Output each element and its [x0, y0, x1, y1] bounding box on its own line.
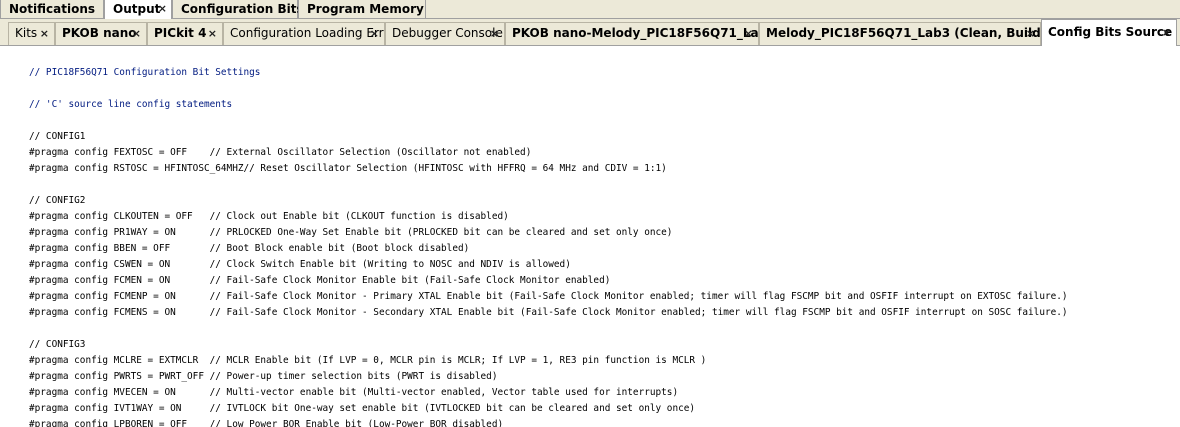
tab-label: PICkit 4	[154, 26, 207, 40]
code-line: // 'C' source line config statements	[29, 99, 233, 110]
close-icon[interactable]: ×	[1026, 23, 1035, 44]
code-line: #pragma config PWRTS = PWRT_OFF // Power…	[29, 371, 498, 382]
tab-configuration-bits[interactable]: Configuration Bits	[172, 0, 304, 19]
tab-label: Configuration Loading Error	[230, 26, 385, 40]
tab-pkob-nano-melody-lab3[interactable]: PKOB nano-Melody_PIC18F56Q71_Lab3 ×	[505, 22, 759, 45]
close-icon[interactable]: ×	[158, 0, 167, 18]
tab-pickit-4[interactable]: PICkit 4 ×	[147, 22, 223, 45]
tab-program-memory[interactable]: Program Memory	[298, 0, 426, 19]
tab-notifications[interactable]: Notifications	[0, 0, 104, 19]
code-line: // CONFIG2	[29, 195, 86, 206]
code-line: #pragma config CLKOUTEN = OFF // Clock o…	[29, 211, 509, 222]
code-line: #pragma config FCMENP = ON // Fail-Safe …	[29, 291, 1068, 302]
tab-configuration-loading-error[interactable]: Configuration Loading Error ×	[223, 22, 385, 45]
code-line: // CONFIG3	[29, 339, 86, 350]
close-icon[interactable]: ×	[1162, 20, 1171, 45]
code-line: #pragma config FCMEN = ON // Fail-Safe C…	[29, 275, 611, 286]
tab-label: Config Bits Source	[1048, 25, 1173, 39]
tab-output[interactable]: Output ×	[104, 0, 172, 20]
code-line: #pragma config FEXTOSC = OFF // External…	[29, 147, 532, 158]
code-line: // CONFIG1	[29, 131, 86, 142]
output-sub-tab-bar: Kits × PKOB nano × PICkit 4 × Configurat…	[0, 19, 1180, 46]
tab-label: Configuration Bits	[181, 2, 304, 16]
close-icon[interactable]: ×	[744, 23, 753, 44]
output-window: Notifications Output × Configuration Bit…	[0, 0, 1180, 427]
code-line: #pragma config CSWEN = ON // Clock Switc…	[29, 259, 571, 270]
tab-label: Debugger Console	[392, 26, 503, 40]
close-icon[interactable]: ×	[40, 23, 49, 44]
code-line: #pragma config PR1WAY = ON // PRLOCKED O…	[29, 227, 673, 238]
tab-melody-lab3-clean-build[interactable]: Melody_PIC18F56Q71_Lab3 (Clean, Build, .…	[759, 22, 1041, 45]
tab-kits[interactable]: Kits ×	[8, 22, 55, 45]
tab-label: Notifications	[9, 2, 96, 16]
code-line: #pragma config LPBOREN = OFF // Low Powe…	[29, 419, 504, 427]
tab-label: Output	[113, 2, 161, 16]
code-line: #pragma config RSTOSC = HFINTOSC_64MHZ//…	[29, 163, 667, 174]
tab-label: PKOB nano	[62, 26, 137, 40]
tab-label: Kits	[15, 26, 38, 40]
close-icon[interactable]: ×	[132, 23, 141, 44]
tab-label: Program Memory	[307, 2, 424, 16]
config-bits-source-text-area[interactable]: // PIC18F56Q71 Configuration Bit Setting…	[0, 46, 1180, 427]
tab-debugger-console[interactable]: Debugger Console ×	[385, 22, 505, 45]
code-line: // PIC18F56Q71 Configuration Bit Setting…	[29, 67, 261, 78]
code-line: #pragma config MCLRE = EXTMCLR // MCLR E…	[29, 355, 707, 366]
tab-label: Melody_PIC18F56Q71_Lab3 (Clean, Build, .…	[766, 26, 1041, 40]
code-line: #pragma config IVT1WAY = ON // IVTLOCK b…	[29, 403, 696, 414]
top-tab-bar: Notifications Output × Configuration Bit…	[0, 0, 1180, 20]
close-icon[interactable]: ×	[490, 23, 499, 44]
tab-label: PKOB nano-Melody_PIC18F56Q71_Lab3	[512, 26, 759, 40]
code-line: #pragma config MVECEN = ON // Multi-vect…	[29, 387, 679, 398]
tab-pkob-nano[interactable]: PKOB nano ×	[55, 22, 147, 45]
code-line: #pragma config BBEN = OFF // Boot Block …	[29, 243, 470, 254]
code-line: #pragma config FCMENS = ON // Fail-Safe …	[29, 307, 1068, 318]
tab-config-bits-source[interactable]: Config Bits Source ×	[1041, 19, 1177, 46]
close-icon[interactable]: ×	[208, 23, 217, 44]
close-icon[interactable]: ×	[370, 23, 379, 44]
